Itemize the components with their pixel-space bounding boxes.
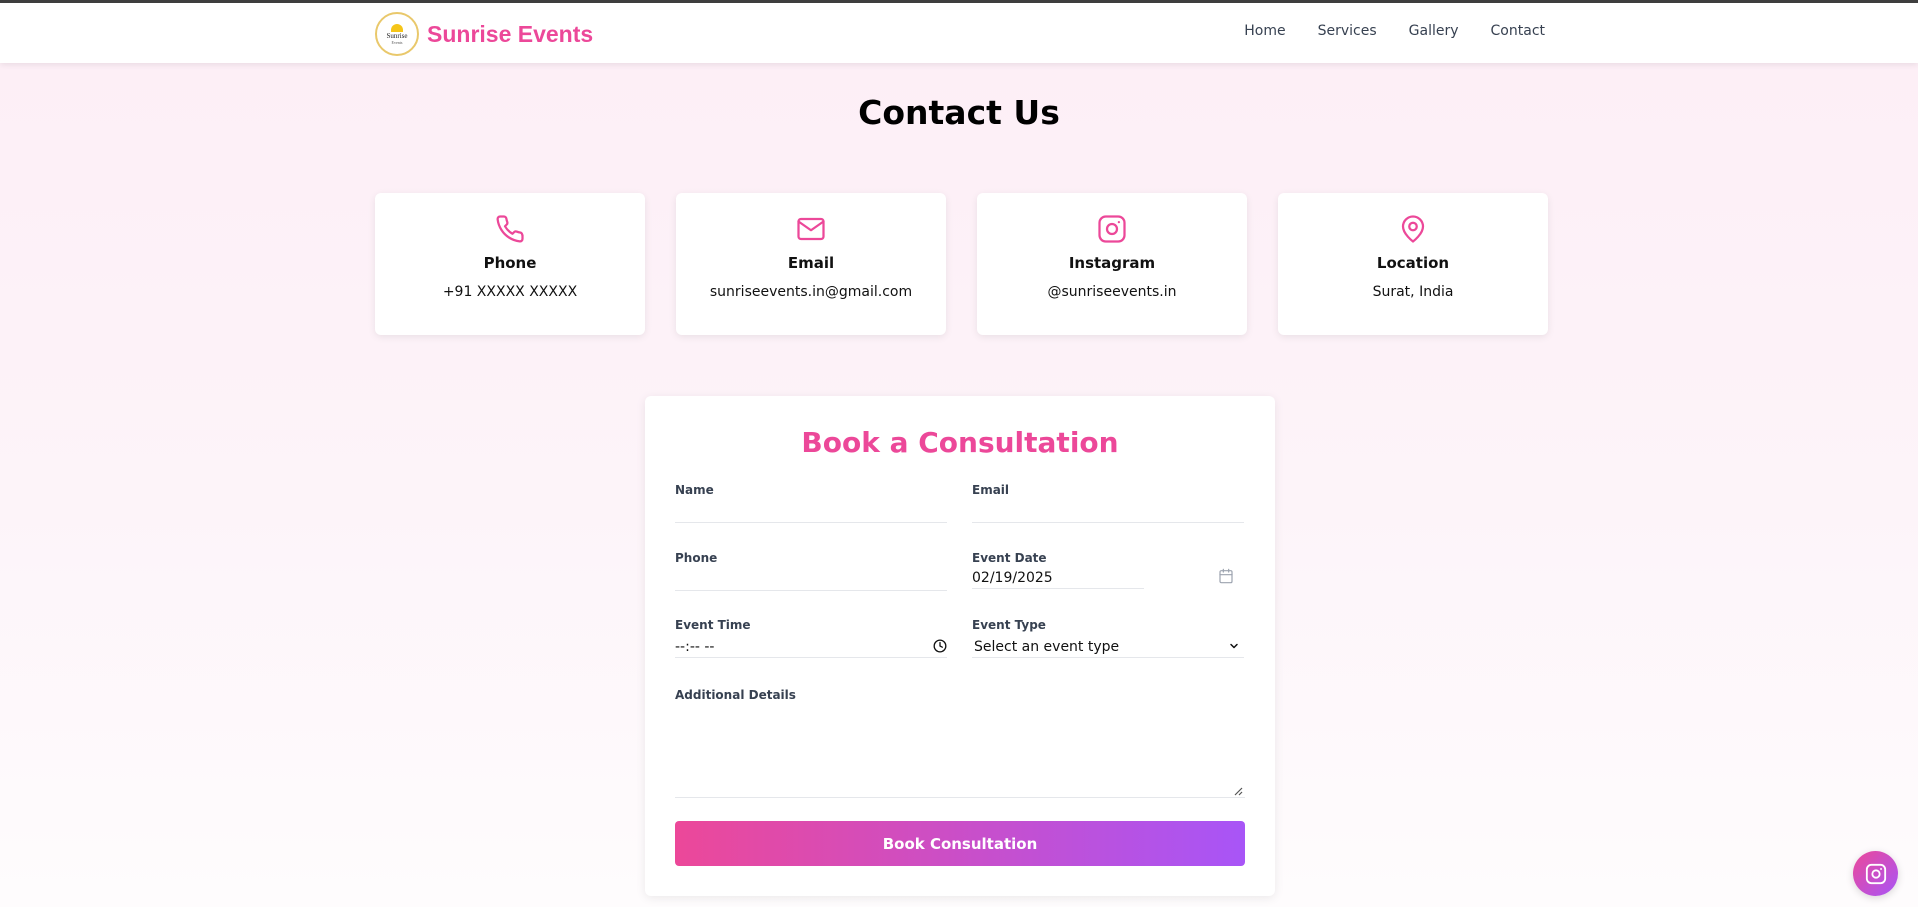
instagram-icon <box>1098 215 1126 243</box>
contact-card-instagram: Instagram @sunriseevents.in <box>977 193 1247 335</box>
chevron-down-icon <box>1230 643 1238 649</box>
email-label: Email <box>972 483 1010 497</box>
contact-cards: Phone +91 XXXXX XXXXX Email sunriseevent… <box>375 193 1548 335</box>
card-value: @sunriseevents.in <box>1047 284 1177 300</box>
contact-card-email: Email sunriseevents.in@gmail.com <box>676 193 946 335</box>
email-field-group: Email <box>972 483 1244 523</box>
logo-text: Sunrise <box>386 31 408 40</box>
event-type-selected: Select an event type <box>974 639 1120 655</box>
instagram-icon <box>1865 863 1886 884</box>
logo: Sunrise Events <box>375 12 419 56</box>
contact-card-phone: Phone +91 XXXXX XXXXX <box>375 193 645 335</box>
event-type-field-group: Event Type Select an event type <box>972 618 1244 658</box>
floating-instagram-button[interactable] <box>1853 851 1898 896</box>
sun-icon <box>391 23 403 32</box>
event-date-label: Event Date <box>972 551 1047 565</box>
map-pin-icon <box>1401 215 1425 243</box>
event-type-select[interactable]: Select an event type <box>972 632 1244 658</box>
mail-icon <box>797 217 825 241</box>
email-input[interactable] <box>972 504 1244 520</box>
name-input[interactable] <box>675 504 947 520</box>
nav-contact[interactable]: Contact <box>1491 23 1545 39</box>
contact-card-location: Location Surat, India <box>1278 193 1548 335</box>
nav-services[interactable]: Services <box>1318 23 1377 39</box>
brand[interactable]: Sunrise Events Sunrise Events <box>375 11 593 57</box>
event-time-field-group: Event Time --:-- -- <box>675 618 947 658</box>
phone-label: Phone <box>675 551 718 565</box>
phone-field-group: Phone <box>675 551 947 591</box>
card-label: Location <box>1376 254 1450 272</box>
form-title: Book a Consultation <box>801 426 1119 459</box>
card-label: Email <box>787 254 835 272</box>
phone-icon <box>496 215 524 243</box>
event-type-label: Event Type <box>972 618 1046 632</box>
clock-icon[interactable] <box>933 639 947 653</box>
card-label: Instagram <box>1068 254 1156 272</box>
book-consultation-button[interactable]: Book Consultation <box>675 821 1245 866</box>
nav-gallery[interactable]: Gallery <box>1409 23 1459 39</box>
logo-subtext: Events <box>391 39 403 45</box>
card-label: Phone <box>483 254 537 272</box>
main-nav: Home Services Gallery Contact <box>1244 23 1545 39</box>
name-label: Name <box>675 483 714 497</box>
page-title: Contact Us <box>858 93 1060 132</box>
event-date-input[interactable]: 02/19/2025 <box>972 570 1144 589</box>
name-field-group: Name <box>675 483 947 523</box>
card-value: sunriseevents.in@gmail.com <box>709 284 913 300</box>
brand-name: Sunrise Events <box>427 20 594 47</box>
calendar-icon[interactable] <box>1218 568 1234 584</box>
phone-input[interactable] <box>675 572 947 588</box>
nav-home[interactable]: Home <box>1244 23 1285 39</box>
booking-form: Book a Consultation Name Email Phone Eve… <box>645 396 1275 896</box>
details-textarea[interactable] <box>675 696 1245 798</box>
event-time-label: Event Time <box>675 618 751 632</box>
event-time-input[interactable]: --:-- -- <box>675 639 714 655</box>
event-date-field-group: Event Date 02/19/2025 <box>972 551 1244 591</box>
resize-grip-icon[interactable] <box>1233 786 1243 796</box>
site-header: Sunrise Events Sunrise Events Home Servi… <box>0 3 1918 63</box>
card-value: +91 XXXXX XXXXX <box>442 284 578 300</box>
card-value: Surat, India <box>1372 284 1454 300</box>
